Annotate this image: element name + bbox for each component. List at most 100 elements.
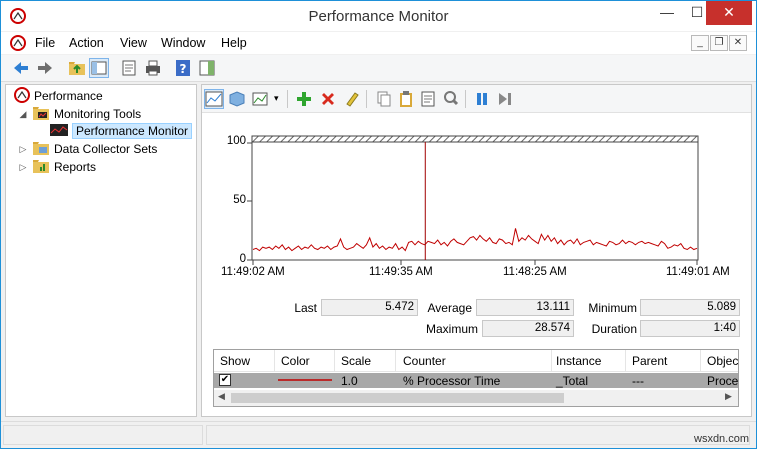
graph-toolbar: ▾: [202, 85, 751, 113]
counter-name: % Processor Time: [403, 374, 501, 388]
column-divider[interactable]: [274, 350, 275, 372]
mdi-restore-button[interactable]: ❐: [710, 35, 728, 51]
add-counter-icon[interactable]: [294, 89, 314, 109]
expand-arrow-icon[interactable]: ▷: [18, 162, 28, 173]
menu-help[interactable]: Help: [221, 36, 247, 50]
last-label: Last: [294, 301, 317, 315]
counter-object: Proce: [707, 374, 739, 388]
collapse-arrow-icon[interactable]: ◢: [18, 109, 28, 120]
show-checkbox[interactable]: ✔: [219, 374, 231, 386]
view-graph-icon[interactable]: [204, 89, 224, 109]
mdi-minimize-button[interactable]: _: [691, 35, 709, 51]
x-tick-label: 11:49:01 AM: [666, 266, 730, 278]
duration-label: Duration: [591, 322, 637, 336]
print-icon[interactable]: [143, 58, 163, 78]
counter-row[interactable]: ✔ 1.0 % Processor Time _Total --- Proce: [214, 373, 739, 388]
x-tick-label: 11:49:02 AM: [221, 266, 285, 278]
menu-file[interactable]: File: [35, 36, 55, 50]
properties-icon[interactable]: [119, 58, 139, 78]
delete-counter-icon[interactable]: [318, 89, 338, 109]
show-action-pane-icon[interactable]: [197, 58, 217, 78]
horizontal-scrollbar[interactable]: ◀ ▶: [214, 390, 738, 406]
tree-item-performance-monitor[interactable]: Performance Monitor: [50, 122, 193, 140]
up-folder-icon[interactable]: [67, 58, 87, 78]
tree-item-reports[interactable]: ▷ Reports: [18, 158, 96, 176]
window-title: Performance Monitor: [308, 8, 449, 25]
column-divider[interactable]: [625, 350, 626, 372]
graph-type-dropdown-arrow-icon[interactable]: ▾: [274, 93, 279, 104]
toolbar-separator: [287, 90, 288, 108]
counter-instance: _Total: [556, 374, 589, 388]
paste-counter-list-icon[interactable]: [396, 89, 416, 109]
title-bar: Performance Monitor — ☐ ✕: [1, 1, 756, 31]
column-header-parent[interactable]: Parent: [632, 354, 667, 368]
perfmon-icon: [14, 86, 30, 106]
watermark-text: wsxdn.com: [694, 433, 750, 445]
mdi-system-icon[interactable]: [10, 35, 26, 54]
svg-text:?: ?: [180, 62, 187, 76]
hatched-header-band: [251, 135, 699, 143]
zoom-icon[interactable]: [441, 89, 461, 109]
counter-parent: ---: [632, 374, 644, 388]
mdi-window-controls: _ ❐ ✕: [691, 34, 748, 51]
counter-scale: 1.0: [341, 374, 358, 388]
show-hide-console-tree-icon[interactable]: [89, 58, 109, 78]
menu-bar: File Action View Window Help _ ❐ ✕: [1, 32, 756, 54]
column-header-object[interactable]: Objec: [707, 354, 738, 368]
expand-arrow-icon[interactable]: ▷: [18, 144, 28, 155]
column-divider[interactable]: [395, 350, 396, 372]
change-graph-type-icon[interactable]: [251, 89, 271, 109]
last-value: 5.472: [321, 299, 418, 316]
minimize-button[interactable]: —: [652, 1, 682, 25]
performance-monitor-icon: [50, 123, 68, 140]
column-divider[interactable]: [551, 350, 552, 372]
folder-reports-icon: [32, 158, 50, 177]
close-button[interactable]: ✕: [706, 1, 752, 25]
scroll-right-arrow-icon[interactable]: ▶: [725, 391, 732, 402]
forward-arrow-icon[interactable]: [35, 58, 55, 78]
scrollbar-thumb[interactable]: [231, 393, 564, 403]
statistics-bar: Last 5.472 Average 13.111 Minimum 5.089 …: [202, 297, 751, 343]
x-tick-label: 11:49:35 AM: [369, 266, 433, 278]
maximum-label: Maximum: [425, 322, 478, 336]
tree-label-data-collector-sets: Data Collector Sets: [54, 142, 158, 156]
column-header-show[interactable]: Show: [220, 354, 250, 368]
tree-label-monitoring-tools: Monitoring Tools: [54, 107, 142, 121]
pause-icon[interactable]: [472, 89, 492, 109]
mdi-close-button[interactable]: ✕: [729, 35, 747, 51]
column-header-color[interactable]: Color: [281, 354, 310, 368]
menu-view[interactable]: View: [120, 36, 147, 50]
column-header-counter[interactable]: Counter: [403, 354, 446, 368]
menu-action[interactable]: Action: [69, 36, 104, 50]
highlight-icon[interactable]: [342, 89, 362, 109]
counter-legend-grid: Show Color Scale Counter Instance Parent…: [213, 349, 739, 407]
tree-label-performance-monitor: Performance Monitor: [72, 123, 193, 139]
tree-label-reports: Reports: [54, 160, 97, 174]
main-toolbar: ?: [1, 55, 756, 82]
counter-color-swatch: [278, 379, 332, 381]
column-divider[interactable]: [700, 350, 701, 372]
copy-properties-icon[interactable]: [374, 89, 394, 109]
tree-item-monitoring-tools[interactable]: ◢ Monitoring Tools: [18, 105, 141, 123]
scroll-left-arrow-icon[interactable]: ◀: [218, 391, 225, 402]
help-icon[interactable]: ?: [173, 58, 193, 78]
average-value: 13.111: [476, 299, 574, 316]
performance-monitor-pane: ▾ 100 50 0 11:49:02 AM 11:49:35 AM 11:48…: [201, 84, 752, 417]
freeze-display-icon[interactable]: [227, 89, 247, 109]
toolbar-separator: [366, 90, 367, 108]
menu-window[interactable]: Window: [161, 36, 205, 50]
performance-graph[interactable]: 100 50 0 11:49:02 AM 11:49:35 AM 11:48:2…: [202, 114, 751, 294]
status-cell: [206, 425, 750, 445]
folder-collector-icon: [32, 140, 50, 159]
update-data-icon[interactable]: [495, 89, 515, 109]
column-header-instance[interactable]: Instance: [556, 354, 601, 368]
back-arrow-icon[interactable]: [11, 58, 31, 78]
tree-item-data-collector-sets[interactable]: ▷ Data Collector Sets: [18, 140, 157, 158]
column-header-scale[interactable]: Scale: [341, 354, 371, 368]
console-tree: Performance ◢ Monitoring Tools Performan…: [5, 84, 197, 417]
column-divider[interactable]: [334, 350, 335, 372]
folder-chart-icon: [32, 105, 50, 124]
properties-icon[interactable]: [418, 89, 438, 109]
tree-item-performance[interactable]: Performance: [14, 86, 103, 106]
duration-value: 1:40: [640, 320, 740, 337]
